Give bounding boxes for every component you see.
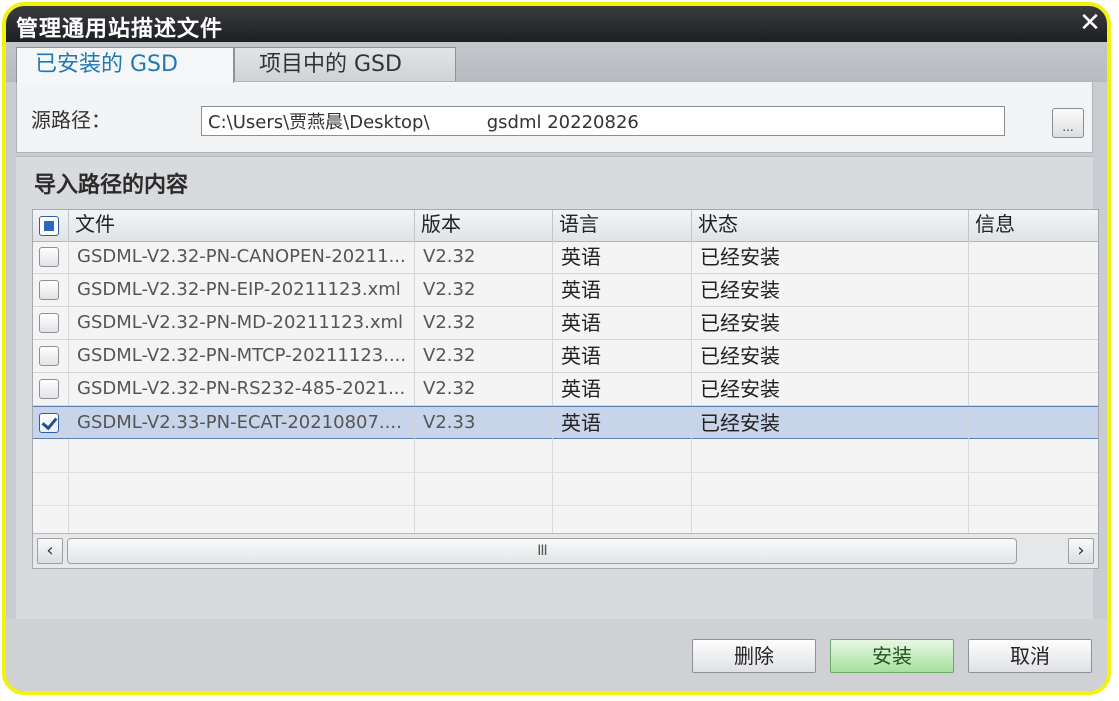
gsd-file-table: 文件 版本 语言 状态 信息 GSDML-V2.32-PN-CANOPEN-20…	[32, 209, 1099, 569]
row-checkbox[interactable]	[39, 379, 59, 399]
version-cell: V2.32	[415, 241, 553, 273]
row-checkbox[interactable]	[39, 280, 59, 300]
source-path-input[interactable]	[201, 106, 1005, 136]
column-header-language[interactable]: 语言	[553, 210, 692, 241]
status-cell: 已经安装	[692, 241, 969, 273]
empty-row	[33, 439, 1098, 473]
column-header-version[interactable]: 版本	[415, 210, 553, 241]
file-cell: GSDML-V2.32-PN-RS232-485-2021...	[69, 373, 415, 405]
status-cell: 已经安装	[692, 307, 969, 339]
source-path-panel: 源路径： ...	[16, 81, 1093, 153]
cancel-button[interactable]: 取消	[968, 639, 1092, 673]
row-checkbox[interactable]	[39, 313, 59, 333]
select-all-cell	[33, 210, 69, 241]
table-row[interactable]: GSDML-V2.32-PN-MD-20211123.xml V2.32 英语 …	[33, 307, 1098, 340]
info-cell	[969, 307, 1098, 339]
dialog-window: 管理通用站描述文件 ✕ 已安装的 GSD 项目中的 GSD 源路径： ... 导…	[2, 2, 1111, 695]
select-all-checkbox[interactable]	[39, 216, 59, 236]
table-header: 文件 版本 语言 状态 信息	[33, 210, 1098, 242]
status-cell: 已经安装	[692, 407, 969, 439]
window-title: 管理通用站描述文件	[16, 17, 224, 42]
info-cell	[969, 274, 1098, 306]
version-cell: V2.32	[415, 274, 553, 306]
language-cell: 英语	[553, 340, 692, 372]
info-cell	[969, 340, 1098, 372]
table-row[interactable]: GSDML-V2.32-PN-RS232-485-2021... V2.32 英…	[33, 373, 1098, 406]
dialog-footer: 删除 安装 取消	[6, 619, 1107, 691]
version-cell: V2.32	[415, 373, 553, 405]
language-cell: 英语	[553, 373, 692, 405]
version-cell: V2.32	[415, 340, 553, 372]
column-header-info[interactable]: 信息	[969, 210, 1098, 241]
close-icon[interactable]: ✕	[1075, 8, 1105, 38]
source-path-label: 源路径：	[31, 108, 111, 132]
tab-strip: 已安装的 GSD 项目中的 GSD	[6, 42, 1107, 83]
scroll-thumb[interactable]: III	[67, 538, 1017, 564]
row-checkbox-checked[interactable]	[39, 413, 59, 433]
scroll-left-button[interactable]: ‹	[37, 538, 63, 564]
horizontal-scrollbar[interactable]: ‹ III ›	[33, 533, 1098, 568]
title-bar: 管理通用站描述文件 ✕	[6, 6, 1107, 42]
table-row-selected[interactable]: GSDML-V2.33-PN-ECAT-20210807.... V2.33 英…	[33, 406, 1098, 439]
status-cell: 已经安装	[692, 340, 969, 372]
column-header-file[interactable]: 文件	[69, 210, 415, 241]
language-cell: 英语	[553, 307, 692, 339]
scroll-right-button[interactable]: ›	[1068, 538, 1094, 564]
empty-row	[33, 472, 1098, 506]
row-checkbox[interactable]	[39, 346, 59, 366]
language-cell: 英语	[553, 241, 692, 273]
status-cell: 已经安装	[692, 274, 969, 306]
info-cell	[969, 407, 1098, 439]
file-cell: GSDML-V2.32-PN-CANOPEN-20211...	[69, 241, 415, 273]
version-cell: V2.33	[415, 407, 553, 439]
file-cell: GSDML-V2.32-PN-MTCP-20211123....	[69, 340, 415, 372]
delete-button[interactable]: 删除	[692, 639, 816, 673]
tab-project-gsd[interactable]: 项目中的 GSD	[234, 47, 456, 82]
import-content-area: 导入路径的内容 文件 版本 语言 状态 信息 GSDML-V2.32-PN-CA…	[16, 156, 1099, 620]
column-header-status[interactable]: 状态	[692, 210, 969, 241]
file-cell: GSDML-V2.32-PN-MD-20211123.xml	[69, 307, 415, 339]
file-cell: GSDML-V2.33-PN-ECAT-20210807....	[69, 407, 415, 439]
tab-installed-gsd[interactable]: 已安装的 GSD	[16, 47, 234, 83]
language-cell: 英语	[553, 407, 692, 439]
status-cell: 已经安装	[692, 373, 969, 405]
table-row[interactable]: GSDML-V2.32-PN-CANOPEN-20211... V2.32 英语…	[33, 241, 1098, 274]
info-cell	[969, 373, 1098, 405]
language-cell: 英语	[553, 274, 692, 306]
install-button[interactable]: 安装	[830, 639, 954, 673]
section-title: 导入路径的内容	[34, 173, 189, 198]
version-cell: V2.32	[415, 307, 553, 339]
browse-button[interactable]: ...	[1052, 108, 1084, 138]
row-checkbox[interactable]	[39, 247, 59, 267]
table-row[interactable]: GSDML-V2.32-PN-MTCP-20211123.... V2.32 英…	[33, 340, 1098, 373]
info-cell	[969, 241, 1098, 273]
file-cell: GSDML-V2.32-PN-EIP-20211123.xml	[69, 274, 415, 306]
table-row[interactable]: GSDML-V2.32-PN-EIP-20211123.xml V2.32 英语…	[33, 274, 1098, 307]
